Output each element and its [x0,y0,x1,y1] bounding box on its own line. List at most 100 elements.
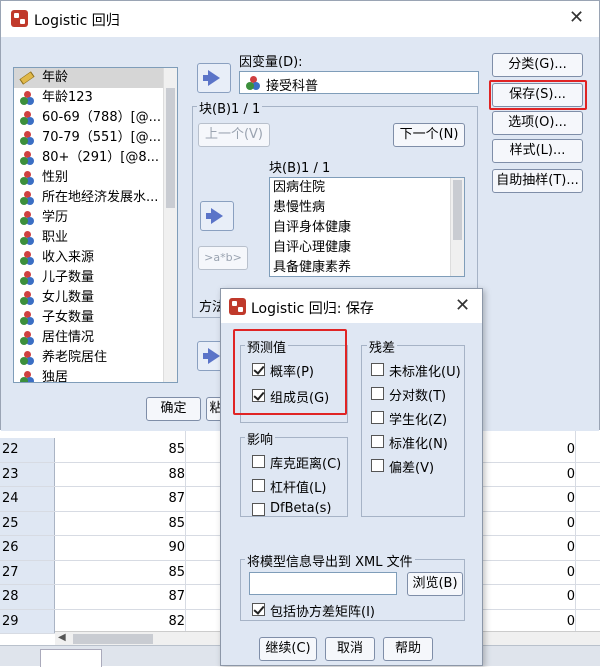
covariate-list-item[interactable]: 具备健康素养 [270,258,464,276]
table-cell[interactable]: 87 [150,491,185,506]
move-to-covariates-button[interactable] [200,201,234,231]
table-cell[interactable]: 0 [540,467,575,482]
variable-list-item[interactable]: 年龄 [14,68,177,88]
influence-option-checkbox[interactable] [252,479,265,492]
scroll-left-icon[interactable]: ◀ [58,632,66,643]
variable-list-item[interactable]: 居住情况 [14,328,177,348]
variable-list-item[interactable]: 独居 [14,368,177,382]
cancel-button[interactable]: 取消 [325,637,375,661]
covariance-checkbox[interactable] [252,603,265,616]
block-group-label: 块(B)1 / 1 [197,98,263,117]
covariates-list[interactable]: 因病住院 患慢性病 自评身体健康 自评心理健康 具备健康素养 [269,177,465,277]
row-number[interactable]: 25 [0,511,55,535]
variable-list-scrollbar[interactable] [163,68,177,382]
row-number[interactable]: 22 [0,438,55,462]
variable-list-item[interactable]: 学历 [14,208,177,228]
table-cell[interactable]: 0 [540,516,575,531]
nominal-variable-icon [20,211,34,225]
nominal-variable-icon [20,351,34,365]
table-cell[interactable]: 88 [150,467,185,482]
table-cell[interactable]: 82 [150,614,185,629]
dependent-field[interactable]: 接受科普 [239,71,479,94]
influence-option-label: 杠杆值(L) [270,481,327,496]
variable-list-item[interactable]: 年龄123 [14,88,177,108]
residual-option-checkbox[interactable] [371,459,384,472]
covariates-scrollbar[interactable] [450,178,464,276]
variable-list-item[interactable]: 性别 [14,168,177,188]
influence-option-checkbox[interactable] [252,455,265,468]
categorical-button[interactable]: 分类(G)... [492,53,583,77]
residual-option-checkbox[interactable] [371,387,384,400]
dialog-title: Logistic 回归 [34,13,120,29]
nominal-variable-icon [20,251,34,265]
save-highlight-box [489,80,587,110]
style-button[interactable]: 样式(L)... [492,139,583,163]
variable-list-item[interactable]: 80+（291）[@8... [14,148,177,168]
variable-list-item[interactable]: 子女数量 [14,308,177,328]
dialog-title-bar: Logistic 回归 ✕ [1,1,599,37]
covariate-list-item[interactable]: 自评身体健康 [270,218,464,238]
scroll-thumb[interactable] [73,634,153,644]
row-number[interactable]: 27 [0,560,55,584]
variable-list-item[interactable]: 儿子数量 [14,268,177,288]
row-number[interactable]: 26 [0,536,55,560]
sheet-tab[interactable] [40,649,102,667]
variable-list-item[interactable]: 职业 [14,228,177,248]
residual-option-checkbox[interactable] [371,363,384,376]
variable-list[interactable]: 年龄年龄123 60-69（788）[@... 70-79（551）[@... 80+… [13,67,178,383]
browse-button[interactable]: 浏览(B) [407,572,463,596]
covariate-list-item[interactable]: 自评心理健康 [270,238,464,258]
variable-list-item[interactable]: 收入来源 [14,248,177,268]
ok-button[interactable]: 确定 [146,397,201,421]
table-cell[interactable]: 0 [540,589,575,604]
scroll-thumb[interactable] [166,88,175,208]
scroll-thumb[interactable] [453,180,462,240]
residual-option-checkbox[interactable] [371,435,384,448]
table-cell[interactable]: 87 [150,589,185,604]
table-cell[interactable]: 0 [540,565,575,580]
previous-block-button[interactable]: 上一个(V) [198,123,270,147]
export-group-label: 将模型信息导出到 XML 文件 [245,551,415,570]
next-block-button[interactable]: 下一个(N) [393,123,465,147]
table-cell[interactable]: 0 [540,491,575,506]
row-number[interactable]: 28 [0,585,55,609]
row-number[interactable]: 23 [0,462,55,486]
spss-app-icon [229,298,246,315]
bootstrap-button[interactable]: 自助抽样(T)... [492,169,583,193]
move-to-dependent-button[interactable] [197,63,231,93]
dependent-value: 接受科普 [266,79,319,94]
influence-option-label: 库克距离(C) [270,457,342,472]
row-number[interactable]: 24 [0,487,55,511]
xml-path-input[interactable] [249,572,397,595]
variable-list-item[interactable]: 70-79（551）[@... [14,128,177,148]
nominal-variable-icon [20,171,34,185]
nominal-variable-icon [246,76,260,90]
help-button[interactable]: 帮助 [383,637,433,661]
close-icon[interactable]: ✕ [569,7,584,28]
close-icon[interactable]: ✕ [455,295,470,316]
table-cell[interactable]: 85 [150,565,185,580]
variable-name: 所在地经济发展水... [42,190,159,205]
table-cell[interactable]: 85 [150,442,185,457]
variable-list-item[interactable]: 所在地经济发展水... [14,188,177,208]
variable-list-item[interactable]: 养老院居住 [14,348,177,368]
options-button[interactable]: 选项(O)... [492,111,583,135]
variable-list-item[interactable]: 60-69（788）[@... [14,108,177,128]
row-number[interactable]: 29 [0,609,55,633]
covariate-list-item[interactable]: 因病住院 [270,178,464,198]
influence-option-checkbox[interactable] [252,503,265,516]
nominal-variable-icon [20,191,34,205]
covariate-list-item[interactable]: 患慢性病 [270,198,464,218]
table-cell[interactable]: 85 [150,516,185,531]
table-cell[interactable]: 0 [540,614,575,629]
continue-button[interactable]: 继续(C) [259,637,317,661]
interaction-button[interactable]: >a*b> [198,246,248,270]
residual-option-checkbox[interactable] [371,411,384,424]
table-cell[interactable]: 0 [540,540,575,555]
table-cell[interactable]: 0 [540,442,575,457]
table-cell[interactable]: 90 [150,540,185,555]
residual-option-label: 偏差(V) [389,461,435,476]
variable-list-item[interactable]: 女儿数量 [14,288,177,308]
spss-app-icon [11,10,28,27]
variable-name: 年龄123 [42,90,93,105]
